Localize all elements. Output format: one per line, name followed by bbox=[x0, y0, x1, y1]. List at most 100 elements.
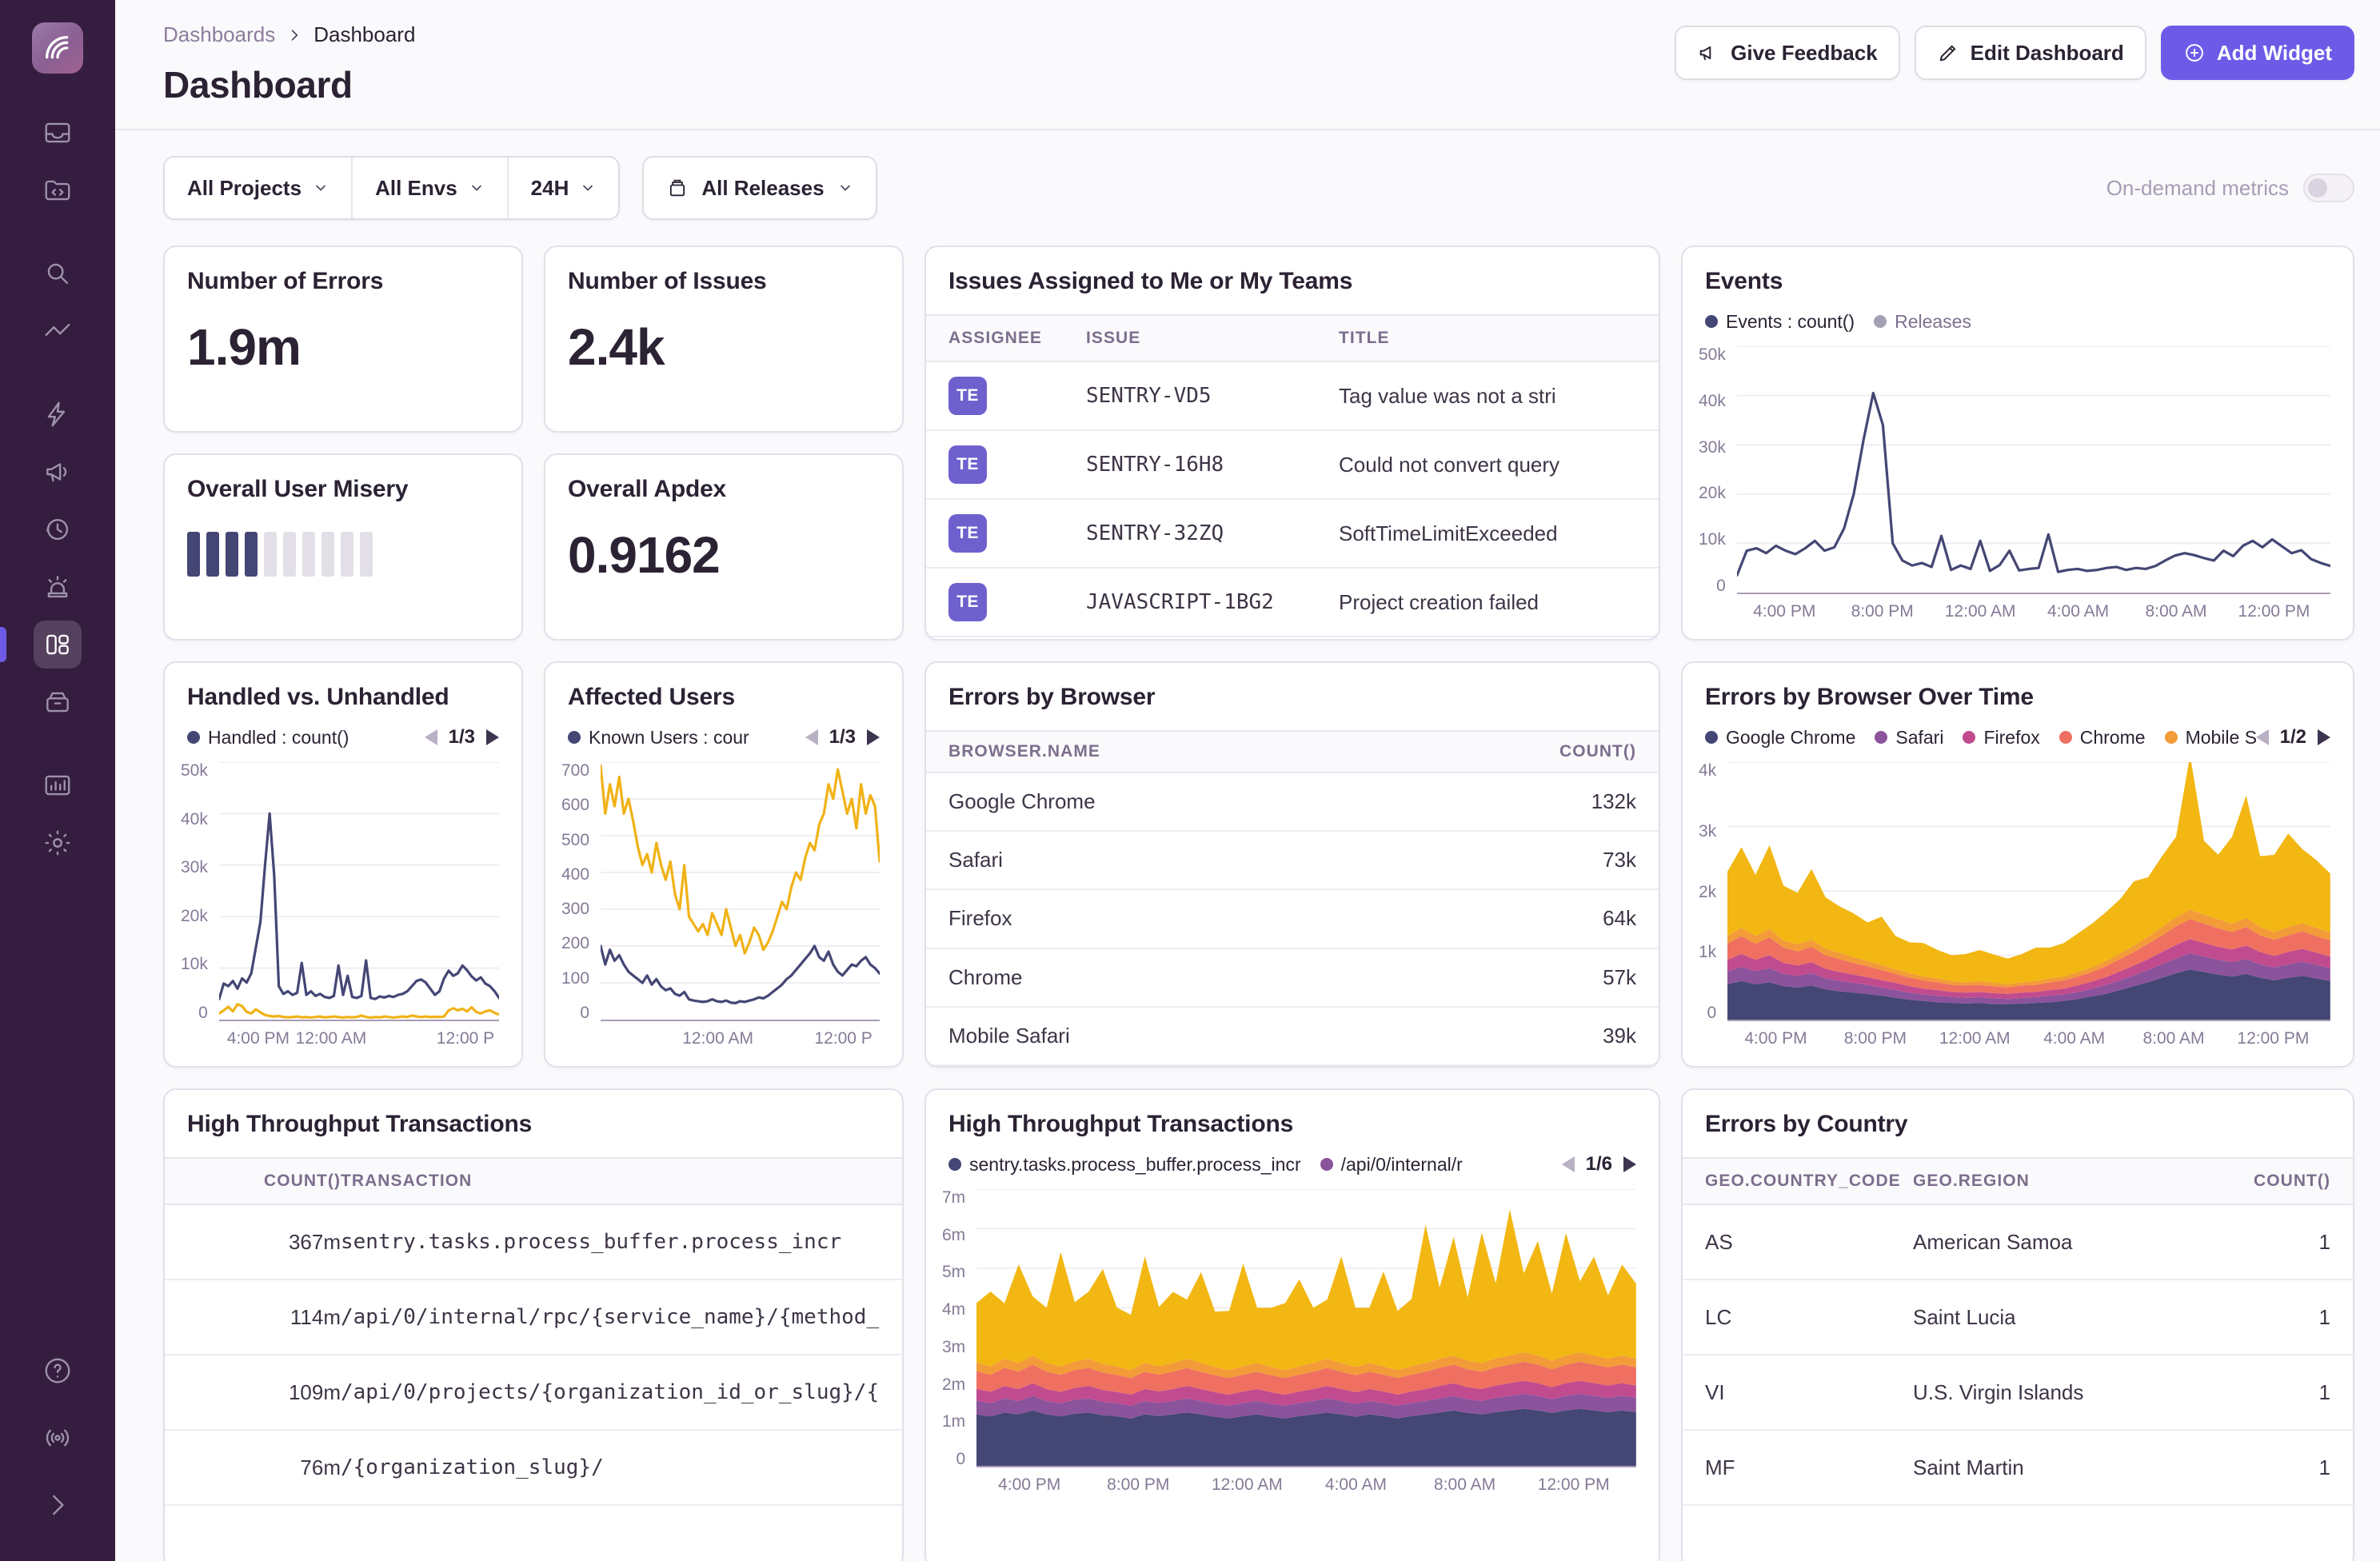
next-page-button[interactable] bbox=[867, 729, 880, 745]
table-row: Google Chrome132k bbox=[926, 773, 1659, 832]
next-page-button[interactable] bbox=[486, 729, 499, 745]
add-widget-button[interactable]: Add Widget bbox=[2161, 26, 2354, 80]
releases-filter-dropdown[interactable]: All Releases bbox=[642, 156, 877, 220]
table-cell: 57k bbox=[1492, 965, 1636, 990]
broadcast-icon[interactable] bbox=[34, 1414, 82, 1462]
sidebar-item-search[interactable] bbox=[34, 250, 82, 297]
pencil-icon bbox=[1937, 42, 1959, 64]
widget-overall-apdex: Overall Apdex 0.9162 bbox=[544, 453, 904, 641]
breadcrumb-dashboards[interactable]: Dashboards bbox=[163, 22, 275, 47]
plus-circle-icon bbox=[2183, 42, 2206, 64]
column-header[interactable]: TRANSACTION bbox=[341, 1172, 880, 1191]
project-filter-dropdown[interactable]: All Projects bbox=[165, 158, 351, 218]
high-throughput-table: COUNT()TRANSACTION 367msentry.tasks.proce… bbox=[165, 1157, 902, 1506]
table-link[interactable]: SENTRY-VD5 bbox=[1086, 384, 1339, 408]
column-header[interactable]: TITLE bbox=[1339, 329, 1636, 348]
table-cell: Tag value was not a stri bbox=[1339, 384, 1636, 409]
legend-item[interactable]: Google Chrome bbox=[1705, 727, 1855, 749]
page-indicator: 1/2 bbox=[2280, 726, 2306, 749]
on-demand-toggle[interactable] bbox=[2303, 174, 2354, 202]
sidebar-item-settings[interactable] bbox=[34, 819, 82, 867]
edit-dashboard-button[interactable]: Edit Dashboard bbox=[1915, 26, 2146, 80]
affected-legend: Known Users : cour bbox=[568, 727, 749, 749]
next-page-button[interactable] bbox=[2318, 729, 2330, 745]
column-header[interactable]: BROWSER.NAME bbox=[948, 742, 1492, 761]
next-page-button[interactable] bbox=[1623, 1156, 1636, 1172]
widget-number-of-issues: Number of Issues 2.4k bbox=[544, 246, 904, 433]
table-cell: American Samoa bbox=[1913, 1230, 2231, 1255]
column-header[interactable]: ISSUE bbox=[1086, 329, 1339, 348]
legend-item[interactable]: Mobile S bbox=[2165, 727, 2256, 749]
sidebar-item-stats[interactable] bbox=[34, 761, 82, 809]
legend-item[interactable]: /api/0/internal/r bbox=[1320, 1154, 1463, 1176]
sidebar-item-dashboards[interactable] bbox=[34, 621, 82, 669]
collapse-chevron-icon[interactable] bbox=[34, 1481, 82, 1529]
table-link[interactable]: sentry.tasks.process_buffer.process_incr bbox=[341, 1230, 880, 1254]
sidebar-item-projects[interactable] bbox=[34, 166, 82, 214]
table-row: MFSaint Martin1 bbox=[1683, 1431, 2353, 1506]
column-header[interactable]: GEO.COUNTRY_CODE bbox=[1705, 1172, 1913, 1191]
sidebar-item-replays[interactable] bbox=[34, 505, 82, 553]
legend-dot-icon bbox=[948, 1158, 961, 1171]
help-icon[interactable] bbox=[34, 1347, 82, 1395]
prev-page-button[interactable] bbox=[805, 729, 818, 745]
assignee-badge[interactable]: TE bbox=[948, 377, 987, 415]
legend-item[interactable]: Firefox bbox=[1963, 727, 2039, 749]
table-link[interactable]: /api/0/projects/{organization_id_or_slug… bbox=[341, 1380, 880, 1404]
sidebar-item-releases[interactable] bbox=[34, 678, 82, 726]
prev-page-button[interactable] bbox=[1562, 1156, 1575, 1172]
column-header[interactable]: COUNT() bbox=[2231, 1172, 2330, 1191]
table-link[interactable]: /{organization_slug}/ bbox=[341, 1455, 880, 1479]
column-header[interactable]: COUNT() bbox=[1492, 742, 1636, 761]
table-link[interactable]: SENTRY-32ZQ bbox=[1086, 521, 1339, 545]
table-cell: 132k bbox=[1492, 789, 1636, 814]
legend-item[interactable]: Releases bbox=[1874, 311, 1971, 333]
table-link[interactable]: JAVASCRIPT-1BG2 bbox=[1086, 590, 1339, 614]
give-feedback-button[interactable]: Give Feedback bbox=[1675, 26, 1900, 80]
table-cell: Chrome bbox=[948, 965, 1492, 990]
sidebar-item-performance[interactable] bbox=[34, 307, 82, 355]
table-cell: Saint Martin bbox=[1913, 1455, 2231, 1480]
issues-count-value: 2.4k bbox=[568, 317, 880, 377]
table-cell: Google Chrome bbox=[948, 789, 1492, 814]
sidebar-item-alerts[interactable] bbox=[34, 563, 82, 611]
date-range-dropdown[interactable]: 24H bbox=[507, 158, 619, 218]
filter-bar: All Projects All Envs 24H All Releases O bbox=[115, 130, 2380, 220]
prev-page-button[interactable] bbox=[2256, 729, 2269, 745]
sidebar-item-issues[interactable] bbox=[34, 109, 82, 157]
table-link[interactable]: SENTRY-16H8 bbox=[1086, 453, 1339, 477]
legend-item[interactable]: Chrome bbox=[2059, 727, 2146, 749]
throughput-chart: 7m6m5m4m3m2m1m0 4:00 PM8:00 PM12:00 AM4:… bbox=[926, 1176, 1659, 1512]
page-title: Dashboard bbox=[163, 63, 415, 106]
column-header[interactable]: COUNT() bbox=[187, 1172, 341, 1191]
environment-filter-dropdown[interactable]: All Envs bbox=[351, 158, 507, 218]
prev-page-button[interactable] bbox=[425, 729, 437, 745]
assignee-badge[interactable]: TE bbox=[948, 583, 987, 621]
legend-item[interactable]: Events : count() bbox=[1705, 311, 1855, 333]
sidebar-item-starfish[interactable] bbox=[34, 390, 82, 438]
legend-item[interactable]: sentry.tasks.process_buffer.process_incr bbox=[948, 1154, 1301, 1176]
table-row: TEJAVASCRIPT-1BG2Project creation failed bbox=[926, 569, 1659, 637]
legend-dot-icon bbox=[2059, 731, 2072, 744]
table-cell: 76m bbox=[187, 1455, 341, 1480]
on-demand-metrics-label: On-demand metrics bbox=[2106, 176, 2289, 201]
errors-by-browser-chart: 4k3k2k1k0 4:00 PM8:00 PM12:00 AM4:00 AM8… bbox=[1683, 749, 2353, 1066]
column-header[interactable]: ASSIGNEE bbox=[948, 329, 1086, 348]
assignee-badge[interactable]: TE bbox=[948, 445, 987, 484]
table-link[interactable]: /api/0/internal/rpc/{service_name}/{meth… bbox=[341, 1305, 880, 1329]
page-indicator: 1/6 bbox=[1586, 1153, 1612, 1176]
table-row: Firefox64k bbox=[926, 890, 1659, 948]
table-cell: Mobile Safari bbox=[948, 1024, 1492, 1048]
app-root: Dashboards Dashboard Dashboard Give Feed… bbox=[0, 0, 2380, 1561]
legend-item[interactable]: Handled : count() bbox=[187, 727, 349, 749]
legend-item[interactable]: Known Users : cour bbox=[568, 727, 749, 749]
sentry-logo[interactable] bbox=[32, 22, 83, 74]
sidebar-item-feedback[interactable] bbox=[34, 448, 82, 496]
events-legend: Events : count() Releases bbox=[1705, 311, 1971, 333]
legend-item[interactable]: Safari bbox=[1875, 727, 1943, 749]
breadcrumb-current: Dashboard bbox=[313, 22, 415, 47]
column-header[interactable]: GEO.REGION bbox=[1913, 1172, 2231, 1191]
assignee-badge[interactable]: TE bbox=[948, 514, 987, 553]
table-row: 367msentry.tasks.process_buffer.process_… bbox=[165, 1205, 902, 1280]
table-row: Mobile Safari39k bbox=[926, 1008, 1659, 1066]
